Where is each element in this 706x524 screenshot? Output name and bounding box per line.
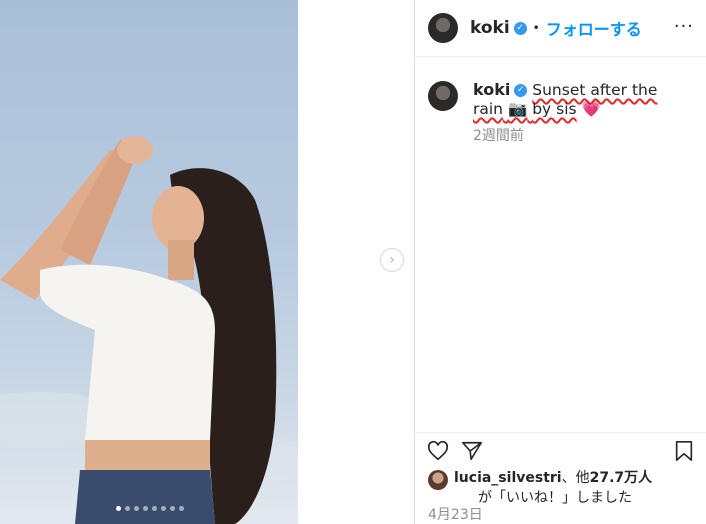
- carousel-dot: [125, 506, 130, 511]
- likes-count[interactable]: 27.7万人: [590, 470, 653, 486]
- likes-joiner: 、他: [561, 470, 590, 486]
- carousel-dot: [152, 506, 157, 511]
- separator-dot: •: [532, 21, 540, 35]
- verified-badge-icon: ✓: [513, 21, 527, 35]
- verified-badge-icon: ✓: [514, 84, 528, 97]
- caption-username[interactable]: koki: [473, 80, 510, 99]
- carousel-dot: [179, 506, 184, 511]
- chevron-right-icon: ›: [389, 252, 395, 268]
- bookmark-icon[interactable]: [674, 440, 694, 466]
- more-options-icon[interactable]: ···: [674, 16, 694, 37]
- post-details-panel: koki ✓ • フォローする ··· koki ✓ Sunset after t…: [415, 0, 706, 524]
- heart-emoji-icon: 💗: [581, 100, 601, 118]
- caption-timestamp[interactable]: 2週間前: [473, 125, 683, 145]
- send-icon-svg: [462, 441, 482, 461]
- caption-comment: koki ✓ Sunset after the rain 📷 by sis 💗 2…: [428, 80, 683, 145]
- caption-text-block: koki ✓ Sunset after the rain 📷 by sis 💗 2…: [473, 80, 683, 145]
- carousel-dots: [116, 506, 184, 511]
- bookmark-icon-svg: [675, 441, 693, 461]
- next-slide-button[interactable]: ›: [380, 248, 404, 272]
- caption-avatar[interactable]: [428, 81, 458, 111]
- send-icon[interactable]: [461, 440, 483, 466]
- photo-illustration: [0, 136, 298, 524]
- caption-body: koki ✓ Sunset after the rain 📷 by sis 💗: [473, 80, 683, 119]
- carousel-dot: [170, 506, 175, 511]
- post-header: koki ✓ • フォローする ···: [415, 0, 706, 57]
- carousel-dot: [143, 506, 148, 511]
- carousel-dot: [161, 506, 166, 511]
- author-avatar[interactable]: [428, 13, 458, 43]
- camera-icon: 📷: [507, 100, 528, 118]
- post-photo[interactable]: [0, 0, 298, 524]
- liker-username[interactable]: lucia_silvestri: [454, 470, 562, 486]
- post-date[interactable]: 4月23日: [428, 504, 483, 524]
- carousel-dot: [116, 506, 121, 511]
- actions-divider: [415, 432, 706, 433]
- heart-icon-svg: [427, 440, 449, 461]
- post-actions: [427, 440, 483, 466]
- likes-summary: lucia_silvestri、他27.7万人 が「いいね！」しました: [428, 468, 652, 508]
- liker-avatar[interactable]: [428, 470, 448, 490]
- carousel-dot: [134, 506, 139, 511]
- heart-icon[interactable]: [427, 440, 449, 466]
- follow-button[interactable]: フォローする: [546, 16, 642, 40]
- likes-text: lucia_silvestri、他27.7万人 が「いいね！」しました: [454, 468, 652, 508]
- author-username[interactable]: koki: [470, 18, 510, 38]
- caption-text-part2: by sis: [532, 100, 577, 118]
